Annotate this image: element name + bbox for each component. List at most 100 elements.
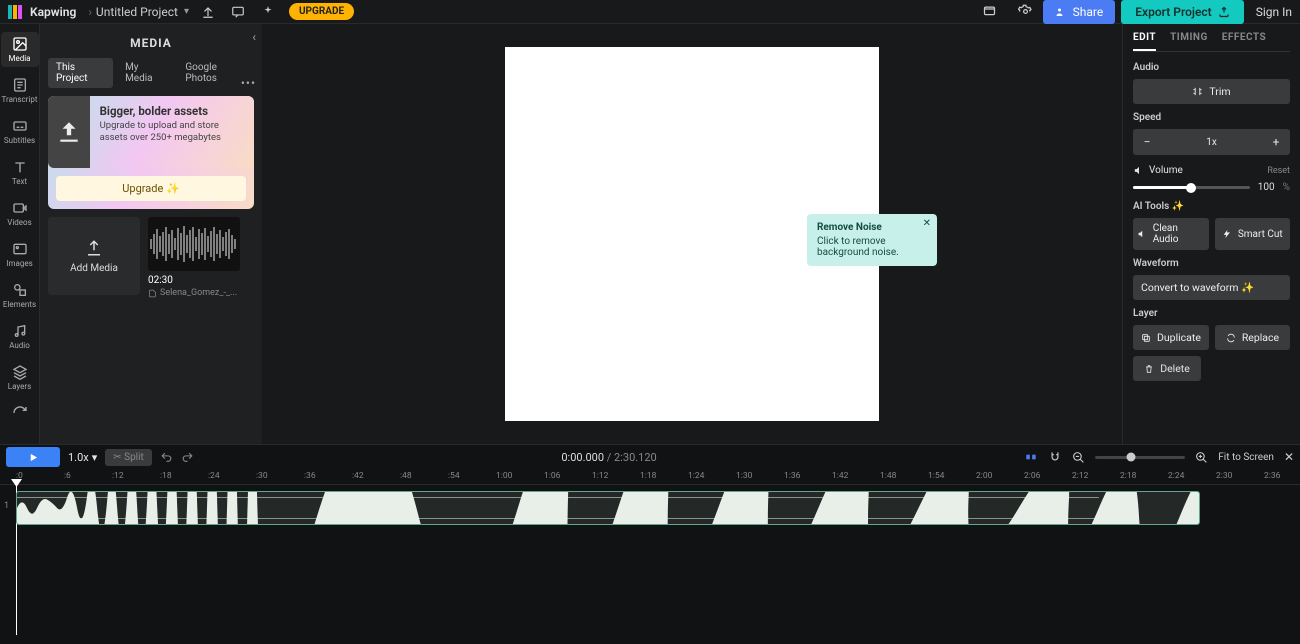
- speed-value: 1x: [1161, 137, 1262, 148]
- media-icon: [12, 36, 28, 52]
- upgrade-pill[interactable]: UPGRADE: [289, 3, 354, 20]
- media-tabs: This Project My Media Google Photos: [48, 58, 254, 88]
- duplicate-icon: [1141, 333, 1151, 343]
- tab-effects[interactable]: EFFECTS: [1222, 32, 1266, 51]
- subtitles-icon: [12, 118, 28, 134]
- audio-track-clip[interactable]: [16, 491, 1200, 525]
- ruler-tick: 2:18: [1120, 471, 1136, 481]
- zoom-slider[interactable]: [1095, 456, 1185, 459]
- right-panel: EDIT TIMING EFFECTS Audio Trim Speed − 1…: [1122, 24, 1300, 444]
- promo-upgrade-button[interactable]: Upgrade ✨: [56, 176, 246, 201]
- track-area[interactable]: 1: [0, 485, 1300, 635]
- remove-noise-tooltip: ✕ Remove Noise Click to remove backgroun…: [807, 214, 937, 266]
- brand[interactable]: Kapwing: [30, 5, 76, 19]
- right-tabs: EDIT TIMING EFFECTS: [1133, 32, 1290, 52]
- media-clip[interactable]: 02:30 Selena_Gomez_-_...: [148, 217, 240, 298]
- rail-audio[interactable]: Audio: [1, 319, 39, 354]
- people-icon: [1055, 6, 1067, 18]
- project-title[interactable]: Untitled Project: [96, 5, 178, 19]
- undo-button[interactable]: [160, 451, 173, 464]
- speed-increase[interactable]: +: [1262, 129, 1290, 155]
- gear-icon[interactable]: [1015, 1, 1037, 23]
- add-media-button[interactable]: Add Media: [48, 217, 140, 295]
- tab-my-media[interactable]: My Media: [117, 58, 173, 88]
- rail-elements[interactable]: Elements: [1, 278, 39, 313]
- breadcrumb-sep: ›: [88, 5, 92, 19]
- text-icon: [12, 159, 28, 175]
- export-label: Export Project: [1135, 5, 1211, 19]
- volume-slider[interactable]: [1133, 186, 1250, 189]
- panel-title: MEDIA: [48, 32, 254, 58]
- ruler-tick: 2:06: [1024, 471, 1040, 481]
- magnet-icon[interactable]: [1048, 450, 1062, 464]
- rail-subtitles[interactable]: Subtitles: [1, 114, 39, 149]
- rail-layers[interactable]: Layers: [1, 360, 39, 395]
- trash-icon: [1144, 364, 1154, 374]
- volume-reset[interactable]: Reset: [1267, 166, 1290, 176]
- clip-filename: Selena_Gomez_-_...: [148, 288, 240, 298]
- promo-thumb: [48, 96, 90, 168]
- notifications-icon[interactable]: [979, 1, 1001, 23]
- comment-icon[interactable]: [227, 1, 249, 23]
- rail-videos[interactable]: Videos: [1, 196, 39, 231]
- rail-more[interactable]: [1, 401, 39, 425]
- rail-images[interactable]: Images: [1, 237, 39, 272]
- ruler-tick: :54: [448, 471, 460, 481]
- canvas-area[interactable]: ✕ Remove Noise Click to remove backgroun…: [262, 24, 1122, 444]
- tab-timing[interactable]: TIMING: [1170, 32, 1208, 51]
- share-button[interactable]: Share: [1043, 0, 1116, 24]
- chevron-down-icon: ▾: [92, 451, 98, 464]
- ruler-tick: 1:18: [640, 471, 656, 481]
- time-ruler[interactable]: :0:6:12:18:24:30:36:42:48:541:001:061:12…: [0, 469, 1300, 485]
- replace-button[interactable]: Replace: [1215, 325, 1290, 350]
- sparkle-icon[interactable]: [257, 1, 279, 23]
- close-icon[interactable]: ✕: [923, 218, 931, 229]
- ruler-tick: 1:12: [592, 471, 608, 481]
- tooltip-body: Click to remove background noise.: [817, 236, 927, 258]
- main-area: Media Transcript Subtitles Text Videos I…: [0, 24, 1300, 444]
- ruler-tick: 1:30: [736, 471, 752, 481]
- convert-waveform-button[interactable]: Convert to waveform ✨: [1133, 275, 1290, 300]
- speed-decrease[interactable]: −: [1133, 129, 1161, 155]
- more-icon[interactable]: •••: [241, 76, 256, 90]
- play-button[interactable]: [6, 447, 60, 467]
- upload-icon[interactable]: [197, 1, 219, 23]
- clean-audio-button[interactable]: Clean Audio: [1133, 218, 1209, 250]
- sign-in-link[interactable]: Sign In: [1256, 5, 1292, 19]
- bolt-icon: [1222, 229, 1232, 239]
- delete-button[interactable]: Delete: [1133, 356, 1201, 381]
- collapse-panel-icon[interactable]: ‹: [252, 30, 256, 44]
- tab-this-project[interactable]: This Project: [48, 58, 113, 88]
- trim-button[interactable]: Trim: [1133, 79, 1290, 104]
- redo-button[interactable]: [181, 451, 194, 464]
- ruler-tick: :42: [352, 471, 364, 481]
- layers-icon: [12, 364, 28, 380]
- share-label: Share: [1073, 5, 1104, 19]
- media-panel: ‹ ••• MEDIA This Project My Media Google…: [40, 24, 262, 444]
- snap-icon[interactable]: [1024, 450, 1038, 464]
- ruler-tick: 1:48: [880, 471, 896, 481]
- rail-transcript[interactable]: Transcript: [1, 73, 39, 108]
- ruler-tick: 1:00: [496, 471, 512, 481]
- duplicate-button[interactable]: Duplicate: [1133, 325, 1209, 350]
- chevron-down-icon[interactable]: ▾: [184, 6, 189, 17]
- replace-icon: [1226, 333, 1236, 343]
- logo[interactable]: [8, 5, 22, 19]
- top-bar: Kapwing › Untitled Project ▾ UPGRADE Sha…: [0, 0, 1300, 24]
- ruler-tick: :36: [304, 471, 316, 481]
- rail-media[interactable]: Media: [1, 32, 39, 67]
- close-icon[interactable]: ✕: [1284, 450, 1294, 464]
- export-button[interactable]: Export Project: [1121, 0, 1243, 24]
- zoom-in-icon[interactable]: [1195, 451, 1208, 464]
- split-button[interactable]: ✂ Split: [105, 449, 152, 466]
- rail-text[interactable]: Text: [1, 155, 39, 190]
- fit-to-screen[interactable]: Fit to Screen: [1218, 452, 1274, 463]
- tab-edit[interactable]: EDIT: [1133, 32, 1156, 51]
- zoom-out-icon[interactable]: [1072, 451, 1085, 464]
- section-waveform: Waveform: [1133, 258, 1290, 269]
- upload-icon: [85, 239, 103, 257]
- ruler-tick: :24: [208, 471, 220, 481]
- playback-speed[interactable]: 1.0x▾: [68, 451, 97, 464]
- volume-value: 100: [1258, 182, 1275, 193]
- smart-cut-button[interactable]: Smart Cut: [1215, 218, 1291, 250]
